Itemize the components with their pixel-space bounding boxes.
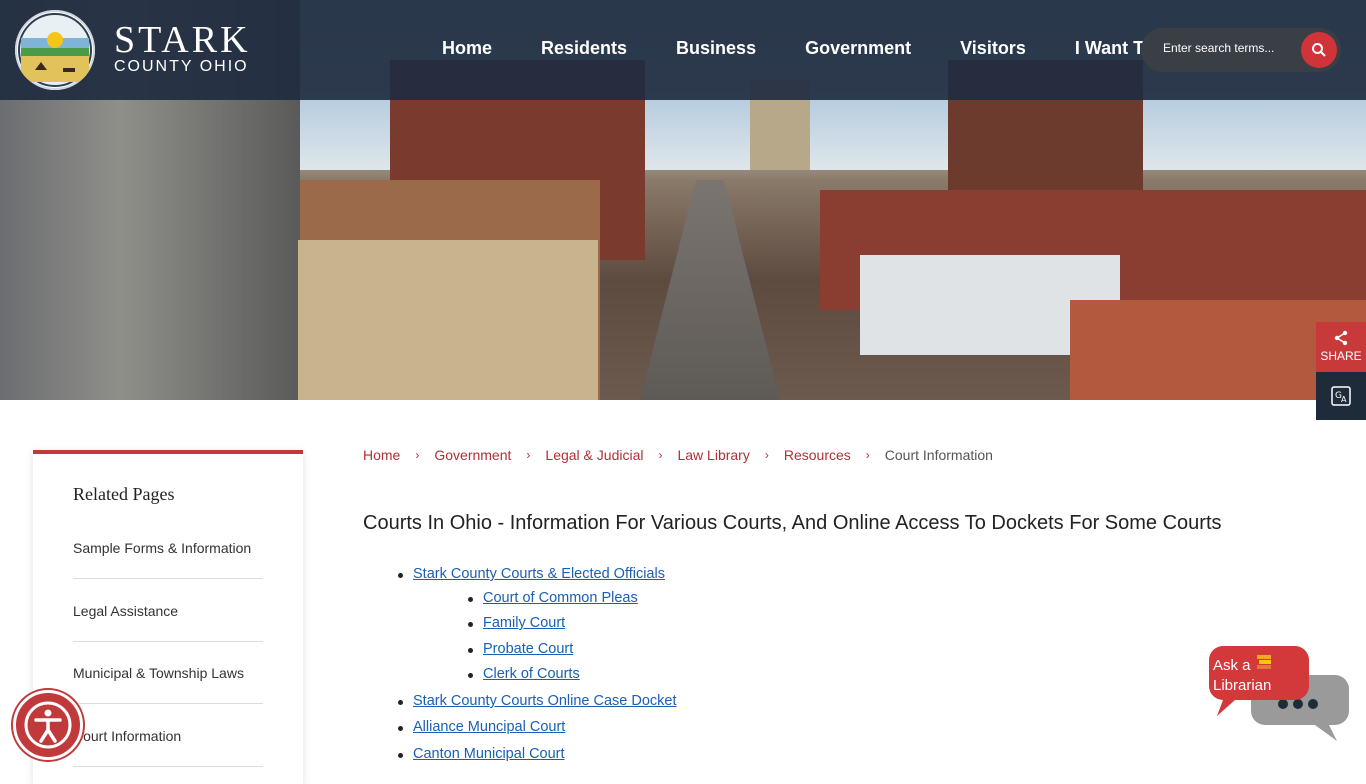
hero-street [640,180,780,400]
site-header: STARK COUNTY OHIO Home Residents Busines… [0,0,1366,100]
nav-home[interactable]: Home [442,38,492,59]
nav-business[interactable]: Business [676,38,756,59]
main-nav: Home Residents Business Government Visit… [442,38,1203,59]
accessibility-icon [24,701,72,749]
link-online-case-docket[interactable]: Stark County Courts Online Case Docket [413,693,677,709]
search-box [1141,28,1341,72]
bullet-icon [398,726,403,731]
county-seal-logo[interactable] [15,10,95,90]
breadcrumb-resources[interactable]: Resources [784,447,851,463]
translate-icon: G A [1331,386,1351,406]
chevron-right-icon: › [658,448,663,462]
logo-title[interactable]: STARK [114,18,251,62]
accessibility-button[interactable] [13,690,83,760]
nav-residents[interactable]: Residents [541,38,627,59]
chat-label-line2: Librarian [1213,677,1272,694]
share-button[interactable]: SHARE [1316,322,1366,372]
bullet-icon [398,700,403,705]
logo-subtitle[interactable]: COUNTY OHIO [114,58,249,76]
search-button[interactable] [1301,32,1337,68]
chevron-right-icon: › [764,448,769,462]
breadcrumb-government[interactable]: Government [434,447,511,463]
nav-government[interactable]: Government [805,38,911,59]
sidebar-item-sample-forms[interactable]: Sample Forms & Information [73,540,263,579]
breadcrumb: Home › Government › Legal & Judicial › L… [363,447,993,463]
link-canton-municipal-court[interactable]: Canton Municipal Court [413,746,565,762]
link-court-common-pleas[interactable]: Court of Common Pleas [483,590,638,606]
share-icon [1334,330,1348,346]
svg-text:A: A [1341,395,1347,404]
link-probate-court[interactable]: Probate Court [483,641,573,657]
ask-librarian-chat[interactable]: Ask a Librarian [1205,645,1355,745]
link-alliance-municipal-court[interactable]: Alliance Muncipal Court [413,719,565,735]
bullet-icon [398,573,403,578]
bullet-icon [468,622,473,627]
link-clerk-of-courts[interactable]: Clerk of Courts [483,666,580,682]
search-input[interactable] [1161,40,1315,56]
bullet-icon [468,673,473,678]
translate-button[interactable]: G A [1316,372,1366,420]
chevron-right-icon: › [415,448,420,462]
link-family-court[interactable]: Family Court [483,615,565,631]
search-icon [1312,43,1326,57]
breadcrumb-current: Court Information [884,447,993,463]
share-label: SHARE [1320,349,1362,363]
hero-building [298,240,598,400]
sidebar-item-municipal-laws[interactable]: Municipal & Township Laws [73,665,263,704]
breadcrumb-law-library[interactable]: Law Library [677,447,749,463]
page-title: Courts In Ohio - Information For Various… [363,512,1222,534]
chevron-right-icon: › [865,448,870,462]
breadcrumb-home[interactable]: Home [363,447,400,463]
nav-visitors[interactable]: Visitors [960,38,1026,59]
chat-label-line1: Ask a [1213,657,1251,674]
sidebar-item-court-information[interactable]: Court Information [73,728,263,767]
chevron-right-icon: › [526,448,531,462]
breadcrumb-legal-judicial[interactable]: Legal & Judicial [545,447,643,463]
bullet-icon [398,753,403,758]
sidebar-item-legal-assistance[interactable]: Legal Assistance [73,603,263,642]
link-stark-county-courts[interactable]: Stark County Courts & Elected Officials [413,566,665,582]
sidebar-title: Related Pages [73,484,175,504]
bullet-icon [468,597,473,602]
bullet-icon [468,648,473,653]
